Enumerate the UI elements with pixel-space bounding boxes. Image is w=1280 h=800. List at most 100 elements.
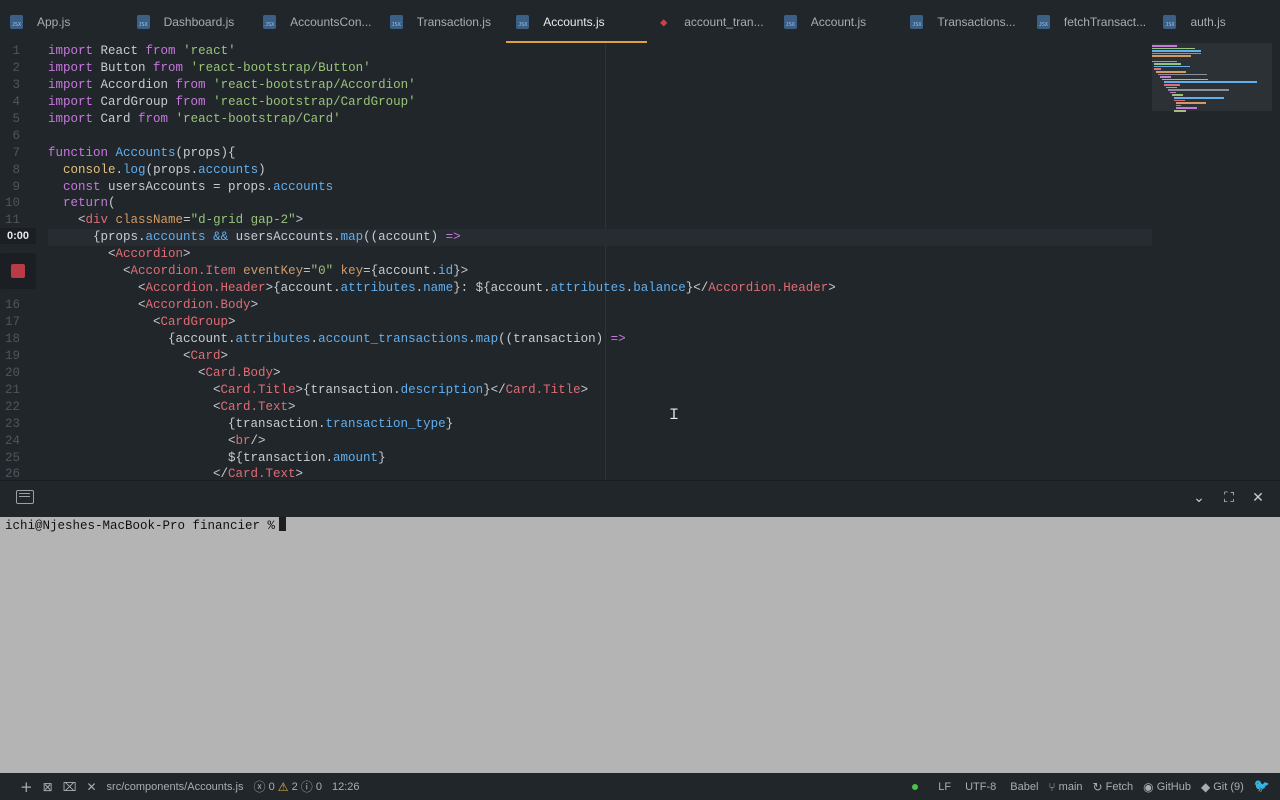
github-button[interactable]: ◉ GitHub [1143,780,1191,794]
jsx-file-icon: JSX [136,14,150,29]
code-line[interactable]: {props.accounts && usersAccounts.map((ac… [48,229,1152,247]
git-button[interactable]: ◆ Git (9) [1201,780,1244,794]
code-line[interactable]: {transaction.transaction_type} [48,416,1152,433]
code-line[interactable]: import Accordion from 'react-bootstrap/A… [48,77,1152,94]
code-line[interactable]: console.log(props.accounts) [48,162,1152,179]
terminal-icon[interactable]: ⌧ [63,780,77,794]
branch-name: main [1058,780,1083,793]
code-line[interactable]: return( [48,195,1152,212]
line-number: 3 [12,77,20,92]
jsx-file-icon: JSX [1163,14,1177,29]
line-number: 10 [4,196,20,211]
branch-selector[interactable]: ⑂ main [1048,780,1082,794]
jsx-file-icon: JSX [516,14,530,29]
line-number: 7 [12,145,20,160]
warning-icon: ⚠ [277,779,289,794]
tab-7[interactable]: JSX Transactions... [900,0,1027,43]
code-line[interactable]: const usersAccounts = props.accounts [48,179,1152,196]
jsx-file-icon: JSX [1036,14,1050,29]
line-number: 2 [12,60,20,75]
code-line[interactable]: </Card.Text> [48,466,1152,480]
code-line[interactable]: <Card.Text> [48,399,1152,416]
terminal[interactable]: ichi@Njeshes-MacBook-Pro financier % [0,517,1280,773]
github-icon: ◉ [1143,779,1154,794]
line-number: 21 [4,382,20,397]
line-number: 26 [4,467,20,480]
tab-8[interactable]: JSX fetchTransact... [1027,0,1154,43]
keyboard-icon[interactable] [16,490,34,504]
minimap-line [1174,110,1186,112]
encoding[interactable]: UTF-8 [965,781,996,793]
stop-recording-button[interactable] [0,253,36,289]
fetch-button[interactable]: ↻ Fetch [1093,780,1134,794]
minimap-line [1152,47,1195,50]
code-line[interactable]: function Accounts(props){ [48,145,1152,162]
tab-6[interactable]: JSX Account.js [774,0,901,43]
code-line[interactable]: import CardGroup from 'react-bootstrap/C… [48,94,1152,111]
bird-icon[interactable]: 🐦 [1254,779,1270,794]
status-bar: + ⊠ ⌧ ✕ src/components/Accounts.js ⓧ 0 ⚠… [0,773,1280,800]
line-number: 24 [4,433,20,448]
code-line[interactable]: <Card> [48,348,1152,365]
code-line[interactable]: <Card.Title>{transaction.description}</C… [48,382,1152,399]
minimap-line [1174,99,1185,102]
code-line[interactable]: <CardGroup> [48,314,1152,331]
code-line[interactable]: ${transaction.amount} [48,450,1152,467]
code-line[interactable]: <br/> [48,433,1152,450]
tab-5[interactable]: ◆ account_tran... [647,0,774,43]
code-line[interactable]: <Accordion.Body> [48,297,1152,314]
file-icon[interactable]: ⊠ [43,780,53,794]
fetch-label: Fetch [1105,780,1134,793]
ruby-file-icon: ◆ [660,14,668,29]
minimap-line [1176,104,1181,107]
tab-3[interactable]: JSX Transaction.js [380,0,507,43]
add-icon[interactable]: + [20,778,33,796]
code-line[interactable]: <div className="d-grid gap-2"> [48,212,1152,229]
tab-2[interactable]: JSX AccountsCon... [253,0,380,43]
line-number: 9 [12,179,20,194]
code-line[interactable] [48,128,1152,145]
minimap-line [1166,86,1177,89]
close-icon[interactable]: ✕ [1249,489,1267,507]
tab-label: fetchTransact... [1063,14,1147,29]
minimap-line [1176,102,1206,104]
info-count: 0 [315,780,322,793]
status-dot-icon [912,783,919,790]
cursor-position[interactable]: 12:26 [332,781,360,793]
code-line[interactable]: import React from 'react' [48,43,1152,60]
code-area[interactable]: import React from 'react' import Button f… [48,43,1152,480]
terminal-prompt-line[interactable]: ichi@Njeshes-MacBook-Pro financier % [5,517,287,533]
minimap[interactable] [1152,43,1272,173]
terminal-panel-header: ⌄ ⛶ ✕ [0,480,1280,517]
tab-label: Accounts.js [543,14,605,29]
code-line[interactable]: <Accordion.Header>{account.attributes.na… [48,280,1152,297]
code-line[interactable]: {account.attributes.account_transactions… [48,331,1152,348]
chevron-down-icon[interactable]: ⌄ [1190,489,1208,507]
diagnostics[interactable]: ⓧ 0 ⚠ 2 ⓘ 0 [253,778,321,795]
minimap-line [1170,91,1176,94]
tab-9[interactable]: JSX auth.js [1153,0,1280,43]
grammar[interactable]: Babel [1010,781,1038,793]
tab-1[interactable]: JSX Dashboard.js [127,0,254,43]
tab-4[interactable]: JSX Accounts.js [506,0,648,43]
code-line[interactable]: import Button from 'react-bootstrap/Butt… [48,60,1152,77]
code-line[interactable]: <Accordion> [48,246,1152,263]
tab-label: Account.js [810,14,867,29]
terminal-cursor [279,517,287,531]
line-ending[interactable]: LF [938,781,951,793]
code-line[interactable]: <Accordion.Item eventKey="0" key={accoun… [48,263,1152,280]
tab-label: Transaction.js [416,14,491,29]
line-number: 5 [12,111,20,126]
tab-label: AccountsCon... [290,14,372,29]
code-line[interactable]: <Card.Body> [48,365,1152,382]
tab-label: account_tran... [684,14,764,29]
line-number: 25 [4,450,20,465]
close-icon[interactable]: ✕ [86,780,96,794]
file-path[interactable]: src/components/Accounts.js [107,781,244,793]
tab-0[interactable]: JSX App.js [0,0,127,43]
maximize-icon[interactable]: ⛶ [1220,489,1238,507]
code-editor[interactable]: 1 2 3 4 5 6 7 8 9 10 11 16 17 18 19 20 21 22 23 24 25 26 impo… [0,43,1280,480]
recording-timer: 0:00 [0,228,36,244]
code-line[interactable]: import Card from 'react-bootstrap/Card' [48,111,1152,128]
stop-icon [11,264,25,278]
